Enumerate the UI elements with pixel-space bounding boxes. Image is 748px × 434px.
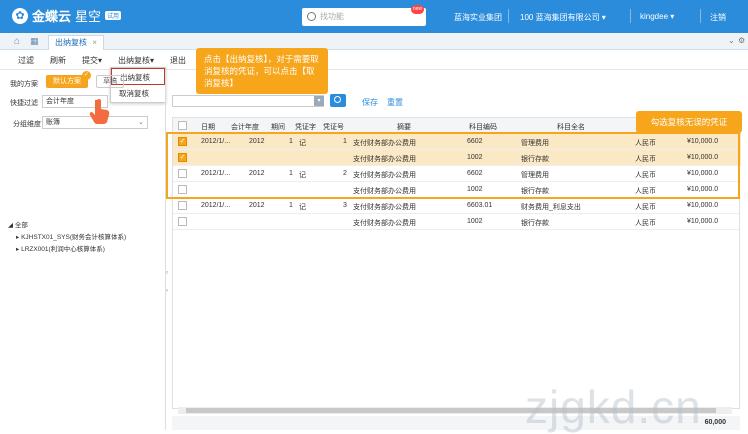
tree-node[interactable]: ▸ LRZX001(利润中心核算体系)	[8, 244, 126, 256]
search-icon	[334, 96, 341, 103]
close-icon[interactable]: ×	[92, 38, 97, 47]
cell-word: 记	[299, 204, 306, 211]
col-account-code: 科目编码	[469, 124, 497, 131]
tab-bar: ⌂ ▦ 出纳复核 × ⌄ ⚙	[0, 33, 748, 50]
brand-logo[interactable]: ✿ 金蝶云 星空 试用	[12, 6, 122, 25]
collapse-arrow-icon[interactable]: ‹	[166, 270, 168, 276]
tab-cashier-review[interactable]: 出纳复核 ×	[48, 35, 104, 50]
total-amount: 60,000	[704, 419, 726, 426]
top-bar: ✿ 金蝶云 星空 试用 找功能 new 蓝海实业集团 100 蓝海集团有限公司 …	[0, 0, 748, 33]
pointing-hand-icon	[88, 98, 112, 124]
selection-highlight	[166, 132, 740, 199]
chevron-down-icon[interactable]: ▾	[314, 96, 324, 106]
exit-button[interactable]: 退出	[170, 55, 186, 66]
cell-currency: 人民币	[635, 204, 656, 211]
col-word: 凭证字	[295, 124, 316, 131]
divider	[508, 9, 509, 23]
logout-link[interactable]: 注销	[710, 12, 726, 23]
kingdee-logo-icon: ✿	[12, 7, 28, 24]
cell-account-name: 银行存款	[521, 220, 549, 227]
cell-account-code: 6603.01	[467, 202, 493, 209]
table-row[interactable]: 支付财务部办公费用 1002 银行存款 人民币 ¥10,000.0	[173, 214, 741, 230]
brand-name: 金蝶云	[32, 9, 72, 24]
org-selector[interactable]: 100 蓝海集团有限公司 ▾	[520, 12, 606, 23]
cell-date: 2012/1/...	[201, 202, 231, 209]
tab-label: 出纳复核	[55, 38, 87, 47]
cell-account-name: 财务费用_利息支出	[521, 204, 581, 211]
row-checkbox[interactable]	[178, 201, 187, 210]
cell-period: 1	[289, 202, 293, 209]
save-link[interactable]: 保存	[362, 97, 378, 108]
cell-summary: 支付财务部办公费用	[353, 220, 416, 227]
filter-panel: 我的方案 默认方案 ✓ 草稿 快捷过滤 会计年度 分组维度 账簿 ⌄ ◢ 全部 …	[0, 70, 168, 430]
new-badge: new	[410, 5, 424, 14]
user-menu[interactable]: kingdee ▾	[640, 12, 674, 21]
cashier-review-menu[interactable]: 出纳复核▾	[118, 55, 154, 66]
refresh-button[interactable]: 刷新	[50, 55, 66, 66]
quick-filter-label: 快捷过滤	[10, 100, 38, 107]
row-checkbox[interactable]	[178, 217, 187, 226]
divider	[630, 9, 631, 23]
chevron-down-icon[interactable]: ⌄	[728, 36, 735, 45]
filter-button[interactable]: 过滤	[18, 55, 34, 66]
dimension-label: 分组维度	[13, 121, 41, 128]
check-badge-icon: ✓	[82, 71, 91, 80]
apps-grid-icon[interactable]: ▦	[30, 36, 39, 47]
scheme-label: 我的方案	[10, 81, 38, 88]
group-link[interactable]: 蓝海实业集团	[454, 12, 502, 23]
callout-check-instruction: 勾选复核无误的凭证	[636, 111, 742, 133]
col-date: 日期	[201, 124, 215, 131]
draft-scheme-button[interactable]: 草稿	[96, 75, 124, 88]
col-account-name: 科目全名	[557, 124, 585, 131]
home-icon[interactable]: ⌂	[14, 36, 20, 47]
callout-text: 点击【出纳复核】，对于需要取消复核的凭证，可以点击【取消复核】	[204, 54, 319, 88]
reset-link[interactable]: 重置	[387, 97, 403, 108]
brand-suffix: 星空	[75, 9, 102, 24]
brand-badge: 试用	[105, 11, 122, 20]
search-placeholder: 找功能	[320, 12, 344, 21]
function-search-input[interactable]: 找功能 new	[302, 5, 426, 26]
search-icon	[307, 12, 316, 21]
org-tree: ◢ 全部 ▸ KJHSTX01_SYS(财务会计核算体系) ▸ LRZX001(…	[8, 220, 126, 256]
search-button[interactable]	[330, 94, 346, 107]
cell-currency: 人民币	[635, 220, 656, 227]
col-no: 凭证号	[323, 124, 344, 131]
tree-root[interactable]: ◢ 全部	[8, 220, 126, 232]
col-summary: 摘要	[397, 124, 411, 131]
cell-no: 3	[343, 202, 347, 209]
watermark: zjgkd.cn	[525, 381, 702, 433]
callout-review-instruction: 点击【出纳复核】，对于需要取消复核的凭证，可以点击【取消复核】	[196, 48, 328, 94]
callout-text: 勾选复核无误的凭证	[650, 117, 728, 127]
divider	[700, 9, 701, 23]
cell-amount: ¥10,000.0	[687, 218, 719, 225]
col-year: 会计年度	[231, 124, 259, 131]
col-period: 期间	[271, 124, 285, 131]
gear-icon[interactable]: ⚙	[738, 36, 745, 45]
cell-year: 2012	[249, 202, 265, 209]
cell-account-code: 1002	[467, 218, 483, 225]
keyword-input[interactable]	[172, 95, 324, 107]
cell-summary: 支付财务部办公费用	[353, 204, 416, 211]
expand-arrow-icon[interactable]: ›	[166, 288, 168, 294]
cell-amount: ¥10,000.0	[687, 202, 719, 209]
submit-menu[interactable]: 提交▾	[82, 55, 102, 66]
select-all-checkbox[interactable]	[178, 121, 187, 130]
tree-node[interactable]: ▸ KJHSTX01_SYS(财务会计核算体系)	[8, 232, 126, 244]
chevron-down-icon: ⌄	[138, 119, 144, 126]
table-row[interactable]: 2012/1/... 2012 1 记 3 支付财务部办公费用 6603.01 财务费用_利息…	[173, 198, 741, 214]
